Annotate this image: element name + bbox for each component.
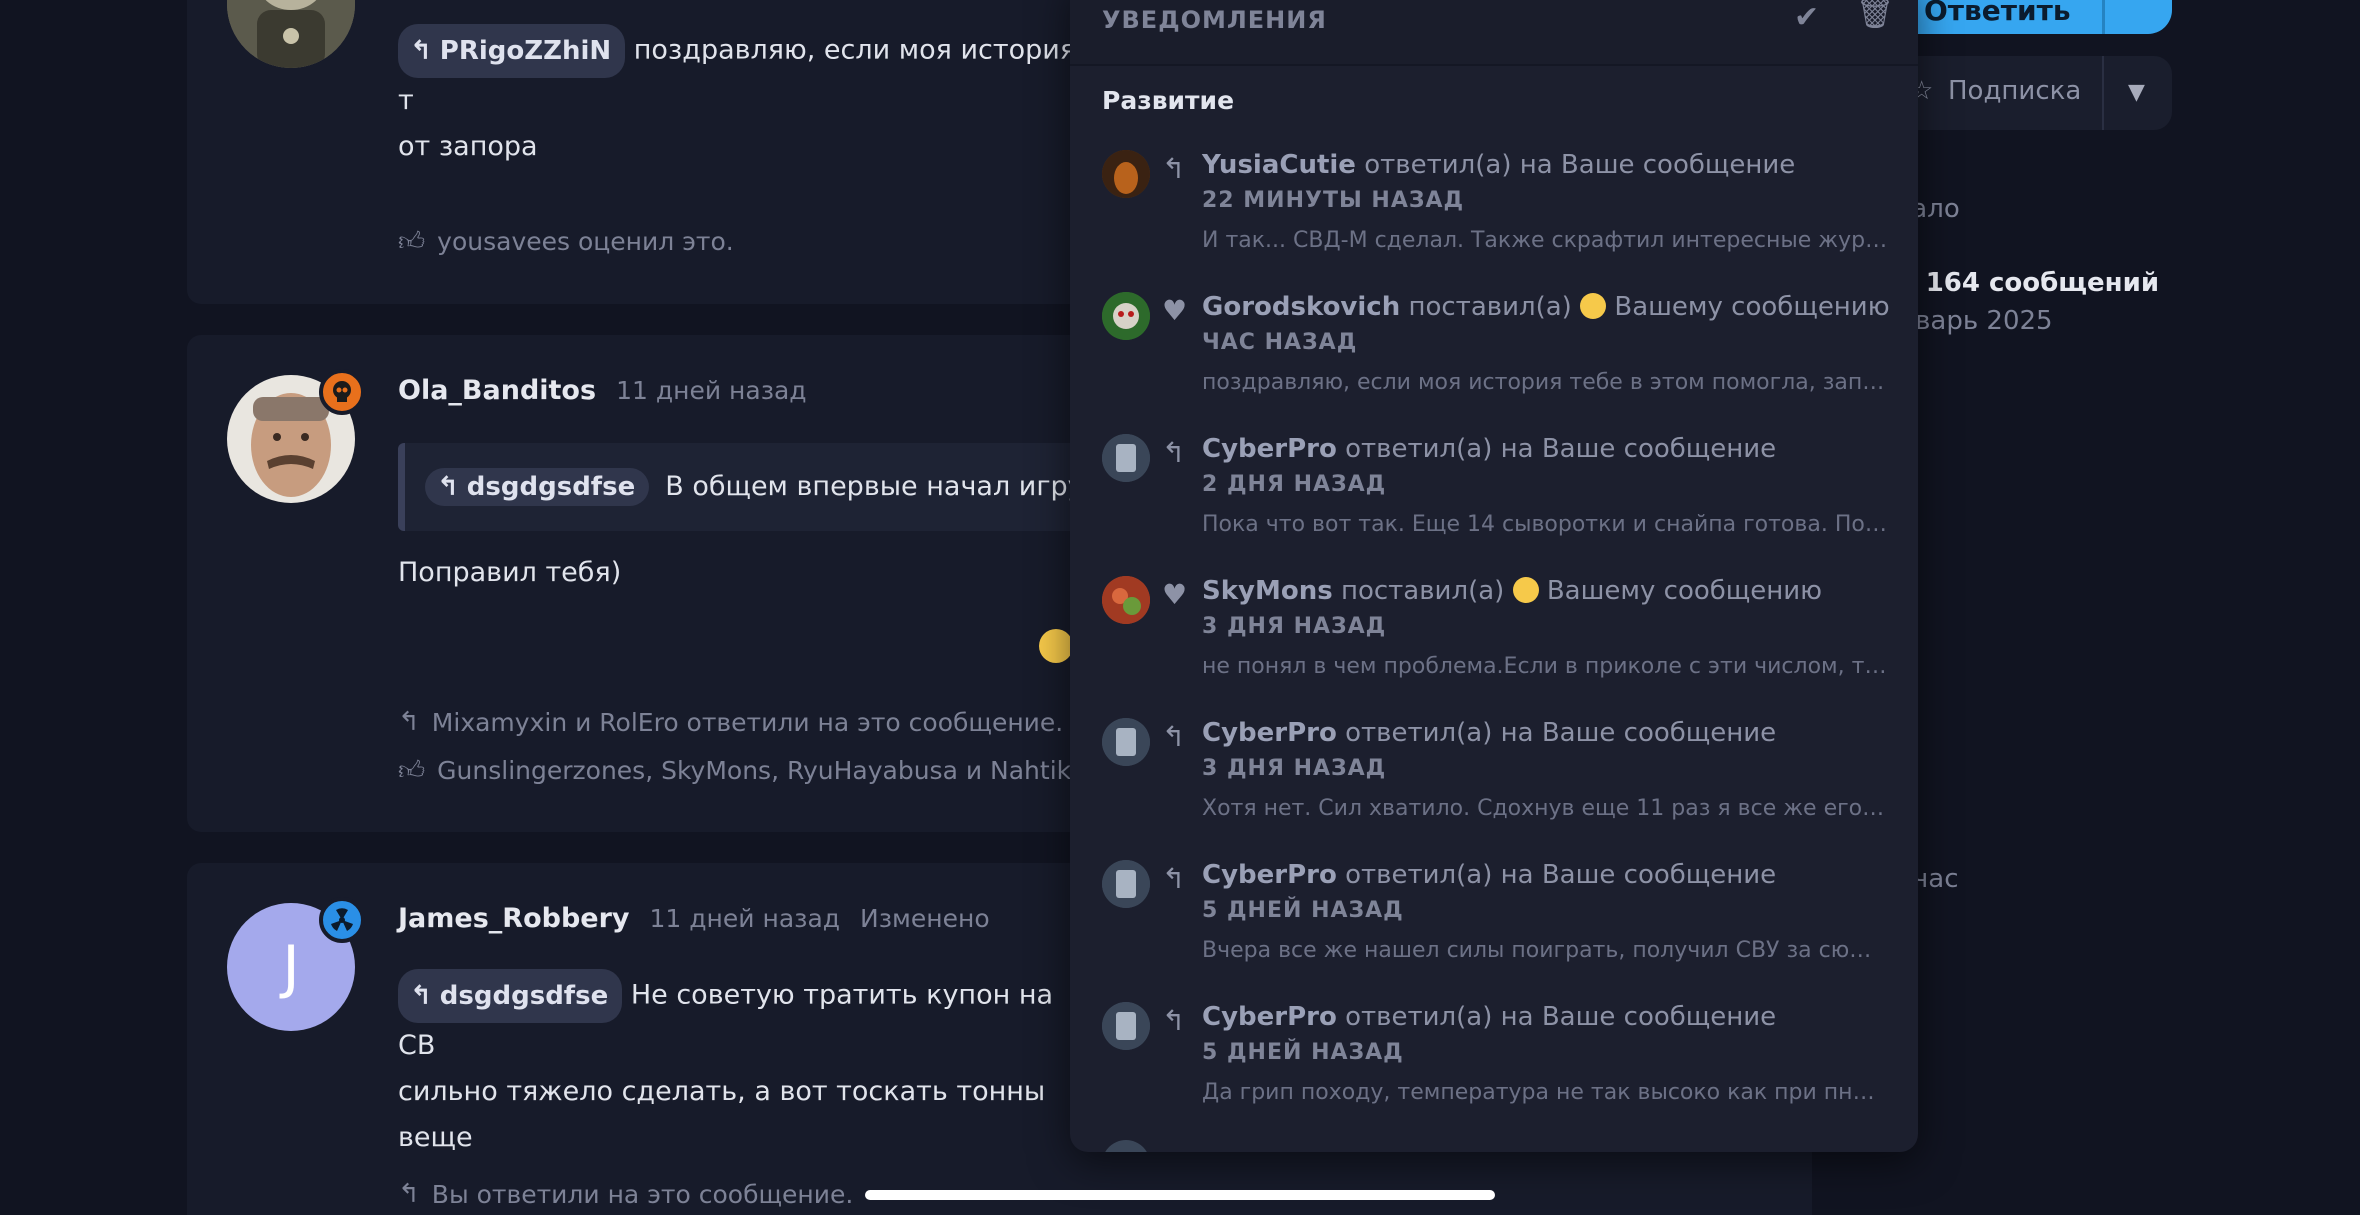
notification-snippet: И так... СВД-М сделал. Также скрафтил ин…: [1202, 228, 1888, 253]
notification-text: SkyMons поставил(а) Вашему сообщению: [1202, 576, 1823, 606]
avatar: [1102, 576, 1150, 624]
notification-time: 3 ДНЯ НАЗАД: [1202, 614, 1387, 639]
button-divider: [2102, 0, 2105, 34]
notification-text: Gorodskovich поставил(а) Вашему сообщени…: [1202, 292, 1890, 322]
notification-item[interactable]: ↰ CyberPro ответил(а) на Ваше сообщение …: [1102, 430, 1892, 564]
reply-icon: ↰: [1162, 720, 1186, 753]
heart-icon: ♥: [1162, 578, 1188, 611]
radiation-badge-icon: [319, 897, 365, 943]
reply-icon: ↰: [1162, 1004, 1186, 1037]
notification-item[interactable]: ♥ Gorodskovich поставил(а) Вашему сообще…: [1102, 288, 1892, 422]
username[interactable]: James_Robbery: [398, 903, 630, 934]
notification-time: ЧАС НАЗАД: [1202, 330, 1358, 355]
notifications-title: УВЕДОМЛЕНИЯ: [1102, 6, 1327, 34]
replies-link[interactable]: Mixamyxin и RolEro ответили на это сообщ…: [432, 708, 1063, 737]
post-text: ↰ dsgdgsdfse Не советую тратить купон на …: [398, 969, 1078, 1161]
notification-time: 5 ДНЕЙ НАЗАД: [1202, 1040, 1404, 1065]
notification-item[interactable]: ↰ CyberPro ответил(а) на Ваше сообщение …: [1102, 714, 1892, 848]
button-divider: [2102, 56, 2104, 130]
mention-chip[interactable]: ↰ dsgdgsdfse: [398, 969, 623, 1023]
notification-text: CyberPro ответил(а) на Ваше сообщение: [1202, 718, 1777, 748]
avatar[interactable]: [227, 369, 365, 503]
check-icon[interactable]: ✔: [1794, 0, 1819, 35]
notification-snippet: Да грип походу, температура не так высок…: [1202, 1080, 1888, 1105]
reply-button[interactable]: Ответить: [1880, 0, 2172, 34]
notification-snippet: Пока что вот так. Еще 14 сыворотки и сна…: [1202, 512, 1888, 537]
reply-icon: ↰: [1162, 862, 1186, 895]
notification-snippet: Хотя нет. Сил хватило. Сдохнув еще 11 ра…: [1202, 796, 1888, 821]
notification-item[interactable]: ↰ YusiaCutie ответил(а) на Ваше сообщени…: [1102, 146, 1892, 280]
reply-icon: ↰: [398, 707, 420, 737]
laugh-emoji-icon: [1039, 629, 1073, 663]
notification-item[interactable]: ↰ CyberPro ответил(а) на Ваше сообщение …: [1102, 856, 1892, 990]
post-time[interactable]: 11 дней назад: [650, 904, 841, 933]
avatar: [1102, 718, 1150, 766]
reactions-link[interactable]: Gunslingerzones, SkyMons, RyuHayabusa и …: [437, 756, 1094, 785]
reply-icon: ↰: [1162, 152, 1186, 185]
quote-block: ↰ dsgdgsdfse В общем впервые начал игру,: [398, 443, 1178, 531]
avatar[interactable]: [227, 0, 355, 68]
progress-count: 4 / 164 сообщений: [1880, 268, 2160, 298]
reply-button-label: Ответить: [1924, 0, 2071, 27]
notification-text: YusiaCutie ответил(а) на Ваше сообщение: [1202, 150, 1796, 180]
notifications-group-title: Развитие: [1102, 86, 1235, 115]
quote-text: В общем впервые начал игру,: [665, 471, 1093, 502]
notification-time: 22 МИНУТЫ НАЗАД: [1202, 188, 1465, 213]
subscribe-label: Подписка: [1948, 76, 2082, 106]
notification-time: 5 ДНЕЙ НАЗАД: [1202, 898, 1404, 923]
avatar: [1102, 292, 1150, 340]
avatar: [1102, 860, 1150, 908]
notification-text: CyberPro ответил(а) на Ваше сообщение: [1202, 434, 1777, 464]
edited-label[interactable]: Изменено: [860, 904, 990, 933]
post-text: Поправил тебя): [398, 557, 622, 588]
reply-icon: ↰: [410, 36, 432, 66]
notification-snippet: не понял в чем проблема.Если в приколе с…: [1202, 654, 1888, 679]
notification-snippet: Вчера все же нашел силы поиграть, получи…: [1202, 938, 1888, 963]
notification-item[interactable]: ↰ CyberPro ответил(а) на Ваше сообщение …: [1102, 998, 1892, 1132]
notification-snippet: поздравляю, если моя история тебе в этом…: [1202, 370, 1888, 395]
reply-icon: ↰: [410, 981, 432, 1011]
mention-chip[interactable]: ↰ PRigoZZhiN: [398, 24, 626, 78]
notification-text: CyberPro ответил(а) на Ваше сообщение: [1202, 860, 1777, 890]
avatar: [1102, 150, 1150, 198]
post-time[interactable]: 11 дней назад: [616, 376, 807, 405]
post-reactions: 👍︎ Gunslingerzones, SkyMons, RyuHayabusa…: [398, 755, 1094, 786]
notification-item[interactable]: ♥ SkyMons поставил(а) Вашему сообщению 3…: [1102, 572, 1892, 706]
replies-link[interactable]: Вы ответили на это сообщение.: [432, 1180, 854, 1209]
avatar: [1102, 1140, 1150, 1152]
username[interactable]: Ola_Banditos: [398, 375, 596, 406]
notifications-header: УВЕДОМЛЕНИЯ ✔ 🗑︎: [1070, 0, 1918, 66]
avatar: [1102, 434, 1150, 482]
notification-text: CyberPro ответил(а) на Ваше сообщение: [1202, 1002, 1777, 1032]
home-indicator[interactable]: [865, 1190, 1495, 1200]
mention-chip[interactable]: ↰ dsgdgsdfse: [425, 468, 650, 506]
post-text: ↰ PRigoZZhiN поздравляю, если моя история…: [398, 24, 1078, 170]
trash-icon[interactable]: 🗑︎: [1856, 0, 1894, 31]
reply-icon: ↰: [1162, 436, 1186, 469]
heart-icon: ♥: [1162, 294, 1188, 327]
laugh-emoji-icon: [1580, 293, 1607, 319]
chevron-down-icon[interactable]: ▼: [2128, 80, 2145, 105]
post-replies: ↰ Mixamyxin и RolEro ответили на это соо…: [398, 707, 1063, 737]
skull-badge-icon: [319, 369, 365, 415]
avatar: [1102, 1002, 1150, 1050]
notifications-panel: УВЕДОМЛЕНИЯ ✔ 🗑︎ Развитие ↰ YusiaCutie о…: [1070, 0, 1918, 1152]
notification-time: 2 ДНЯ НАЗАД: [1202, 472, 1387, 497]
avatar[interactable]: J: [227, 897, 365, 1031]
post-replies: ↰ Вы ответили на это сообщение.: [398, 1179, 853, 1209]
grin-emoji-icon: [1512, 577, 1539, 603]
post-reactions: 👍︎ yousavees оценил это.: [398, 226, 734, 257]
thumbs-up-icon: 👍︎: [398, 227, 426, 257]
reply-icon: ↰: [398, 1179, 420, 1209]
reply-icon: ↰: [437, 472, 459, 502]
subscribe-button[interactable]: ☆ Подписка ▼: [1880, 56, 2172, 130]
thumbs-up-icon: 👍︎: [398, 756, 426, 786]
notification-time: 3 ДНЯ НАЗАД: [1202, 756, 1387, 781]
reactions-link[interactable]: yousavees оценил это.: [437, 227, 734, 256]
